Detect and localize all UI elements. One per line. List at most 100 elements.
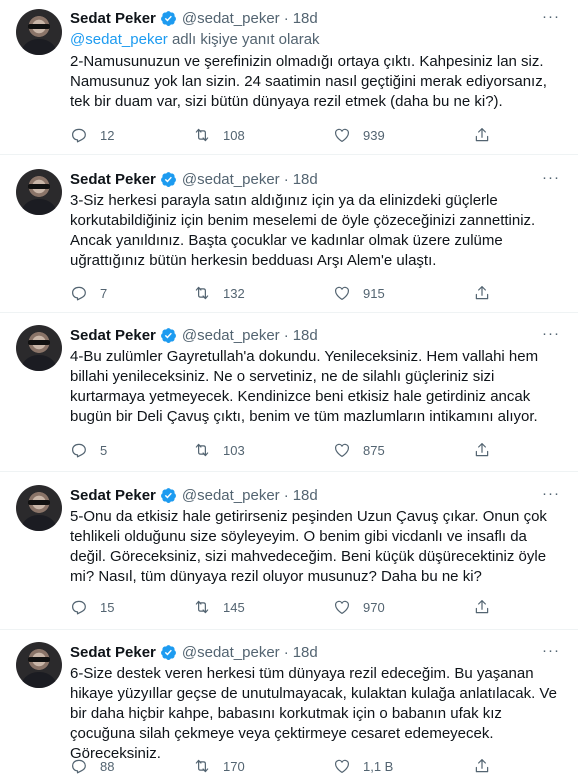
tweet-1[interactable]: Sedat Peker @sedat_peker · 18d ··· @seda… [0,0,578,155]
author-name[interactable]: Sedat Peker [70,327,156,344]
share-icon [475,759,489,773]
reply-button[interactable]: 5 [70,441,107,459]
more-icon[interactable]: ··· [542,8,560,25]
like-count: 875 [363,442,385,458]
like-icon [335,443,349,457]
reply-count: 7 [100,285,108,301]
retweet-count: 145 [223,599,245,615]
reply-icon [72,600,86,615]
reply-button[interactable]: 12 [70,126,114,144]
tweet-header: Sedat Peker @sedat_peker · 18d [70,8,318,28]
author-handle[interactable]: @sedat_peker [182,171,280,188]
author-handle[interactable]: @sedat_peker [182,327,280,344]
more-icon[interactable]: ··· [542,642,560,659]
reply-button[interactable]: 7 [70,284,107,302]
like-icon [335,286,349,300]
like-button[interactable]: 1,1 B [333,757,393,775]
reply-button[interactable]: 88 [70,757,114,775]
tweet-4[interactable]: Sedat Peker @sedat_peker · 18d ··· 5-Onu… [0,472,578,630]
author-name[interactable]: Sedat Peker [70,487,156,504]
avatar[interactable] [16,9,62,55]
avatar[interactable] [16,485,62,531]
like-button[interactable]: 970 [333,598,385,616]
verified-badge-icon [160,327,176,343]
separator: · [283,486,289,504]
reply-button[interactable]: 15 [70,598,114,616]
share-button[interactable] [473,284,503,302]
share-button[interactable] [473,441,503,459]
tweet-text: 4-Bu zulümler Gayretullah'a dokundu. Yen… [70,348,539,425]
retweet-icon [195,443,209,457]
more-icon[interactable]: ··· [542,485,560,502]
replying-mention[interactable]: @sedat_peker [70,31,168,48]
verified-badge-icon [160,487,176,503]
tweet-header: Sedat Peker @sedat_peker · 18d [70,169,318,189]
author-name[interactable]: Sedat Peker [70,10,156,27]
like-icon [335,128,349,142]
tweet-header: Sedat Peker @sedat_peker · 18d [70,642,318,662]
author-name[interactable]: Sedat Peker [70,644,156,661]
tweet-actions: 15 145 970 [70,598,510,618]
reply-count: 5 [100,442,108,458]
tweet-2[interactable]: Sedat Peker @sedat_peker · 18d ··· 3-Siz… [0,155,578,313]
retweet-icon [195,128,209,142]
retweet-count: 132 [223,285,245,301]
share-button[interactable] [473,126,503,144]
like-icon [335,600,349,614]
share-icon [475,443,489,457]
like-button[interactable]: 875 [333,441,385,459]
retweet-button[interactable]: 108 [193,126,245,144]
retweet-button[interactable]: 132 [193,284,245,302]
separator: · [283,170,289,188]
more-icon[interactable]: ··· [542,169,560,186]
author-handle[interactable]: @sedat_peker [182,487,280,504]
separator: · [283,643,289,661]
replying-suffix: adlı kişiye yanıt olarak [167,31,320,48]
author-handle[interactable]: @sedat_peker [182,10,280,27]
timestamp[interactable]: 18d [293,171,318,188]
tweet-header: Sedat Peker @sedat_peker · 18d [70,485,318,505]
share-icon [475,600,489,614]
author-handle[interactable]: @sedat_peker [182,644,280,661]
like-count: 939 [363,127,385,143]
tweet-text: 2-Namusunuzun ve şerefinizin olmadığı or… [70,53,547,110]
avatar[interactable] [16,325,62,371]
like-button[interactable]: 915 [333,284,385,302]
retweet-icon [195,759,209,773]
timestamp[interactable]: 18d [293,644,318,661]
tweet-text: 5-Onu da etkisiz hale getirirseniz peşin… [70,508,547,585]
timestamp[interactable]: 18d [293,487,318,504]
share-button[interactable] [473,757,503,775]
reply-icon [72,286,86,301]
tweet-actions: 7 132 915 [70,284,510,304]
avatar[interactable] [16,642,62,688]
reply-count: 88 [100,758,115,774]
retweet-button[interactable]: 145 [193,598,245,616]
retweet-button[interactable]: 103 [193,441,245,459]
share-icon [475,286,489,300]
reply-count: 12 [100,127,115,143]
tweet-text: 3-Siz herkesi parayla satın aldığınız iç… [70,192,536,269]
retweet-button[interactable]: 170 [193,757,245,775]
timestamp[interactable]: 18d [293,327,318,344]
more-icon[interactable]: ··· [542,325,560,342]
like-icon [335,759,349,773]
author-name[interactable]: Sedat Peker [70,171,156,188]
retweet-icon [195,600,209,614]
share-button[interactable] [473,598,503,616]
reply-icon [72,759,86,774]
reply-count: 15 [100,599,115,615]
avatar[interactable] [16,169,62,215]
tweet-actions: 88 170 1,1 B [70,757,510,777]
reply-icon [72,128,86,143]
tweet-3[interactable]: Sedat Peker @sedat_peker · 18d ··· 4-Bu … [0,313,578,472]
share-icon [475,128,489,142]
timestamp[interactable]: 18d [293,10,318,27]
retweet-count: 108 [223,127,245,143]
like-button[interactable]: 939 [333,126,385,144]
replying-to: @sedat_peker adlı kişiye yanıt olarak [70,31,320,48]
tweet-header: Sedat Peker @sedat_peker · 18d [70,325,318,345]
retweet-count: 103 [223,442,245,458]
tweet-5[interactable]: Sedat Peker @sedat_peker · 18d ··· 6-Siz… [0,630,578,781]
verified-badge-icon [160,171,176,187]
